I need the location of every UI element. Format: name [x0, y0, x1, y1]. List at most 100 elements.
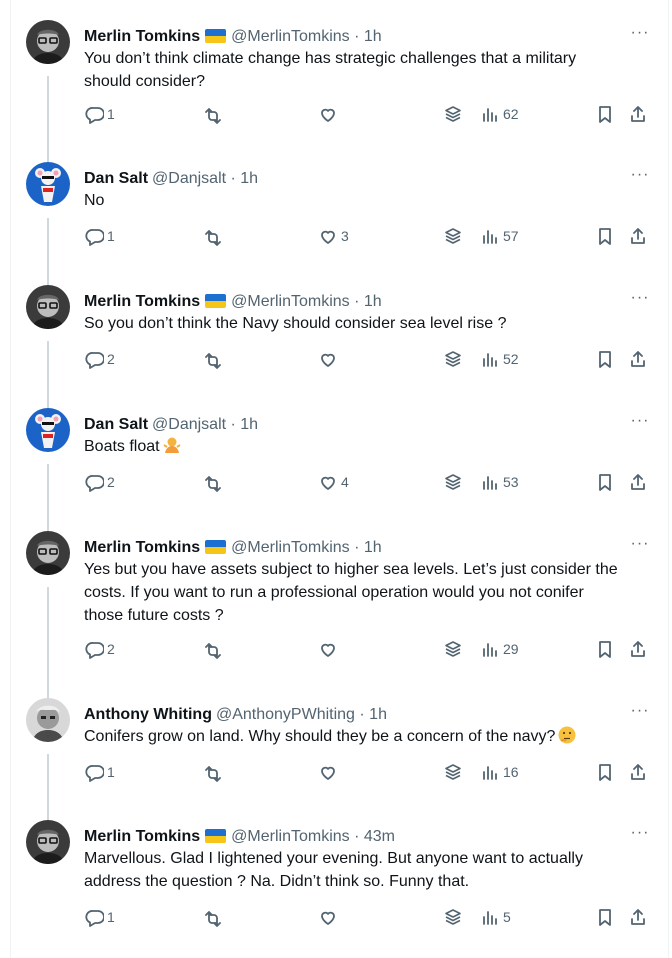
more-options-icon[interactable]: ··· — [630, 703, 650, 726]
tweet-text: Conifers grow on land. Why should they b… — [84, 725, 664, 748]
timestamp[interactable]: 1h — [364, 539, 382, 556]
reply-button[interactable]: 2 — [84, 637, 115, 661]
views-button[interactable]: 62 — [480, 102, 519, 126]
like-button[interactable] — [318, 637, 341, 661]
more-options-icon[interactable]: ··· — [630, 536, 650, 559]
views-count: 52 — [503, 351, 519, 367]
avatar[interactable] — [26, 285, 70, 329]
author-name[interactable]: Dan Salt — [84, 170, 148, 187]
repost-button[interactable] — [201, 470, 224, 494]
avatar[interactable] — [26, 698, 70, 742]
share-button[interactable] — [628, 637, 648, 661]
bookmark-button[interactable] — [595, 760, 615, 784]
like-button[interactable]: 3 — [318, 224, 349, 248]
author-name[interactable]: Dan Salt — [84, 416, 148, 433]
tweet-text: So you don’t think the Navy should consi… — [84, 312, 664, 335]
grok-button[interactable] — [443, 637, 463, 661]
repost-button[interactable] — [201, 347, 224, 371]
author-name[interactable]: Merlin Tomkins — [84, 539, 200, 556]
timestamp[interactable]: 1h — [364, 293, 382, 310]
avatar[interactable] — [26, 20, 70, 64]
bookmark-icon — [599, 228, 611, 245]
more-options-icon[interactable]: ··· — [630, 290, 650, 313]
author-name[interactable]: Merlin Tomkins — [84, 28, 200, 45]
avatar[interactable] — [26, 408, 70, 452]
avatar[interactable] — [26, 820, 70, 864]
bookmark-button[interactable] — [595, 470, 615, 494]
timestamp[interactable]: 1h — [240, 170, 258, 187]
grok-button[interactable] — [443, 760, 463, 784]
author-name[interactable]: Anthony Whiting — [84, 706, 212, 723]
views-button[interactable]: 53 — [480, 470, 519, 494]
author-handle[interactable]: @MerlinTomkins — [231, 539, 349, 556]
tweet-text-line: Conifers grow on land. Why should they b… — [84, 725, 664, 748]
repost-button[interactable] — [201, 102, 224, 126]
like-button[interactable] — [318, 760, 341, 784]
views-chart-icon — [483, 230, 497, 244]
views-button[interactable]: 52 — [480, 347, 519, 371]
repost-button[interactable] — [201, 760, 224, 784]
more-options-icon[interactable]: ··· — [630, 25, 650, 48]
share-button[interactable] — [628, 347, 648, 371]
views-button[interactable]: 29 — [480, 637, 519, 661]
like-button[interactable] — [318, 347, 341, 371]
views-button[interactable]: 5 — [480, 905, 511, 929]
bookmark-button[interactable] — [595, 224, 615, 248]
grok-button[interactable] — [443, 905, 463, 929]
more-options-icon[interactable]: ··· — [630, 413, 650, 436]
likes-count: 3 — [341, 228, 349, 244]
replies-count: 1 — [107, 228, 115, 244]
timestamp[interactable]: 43m — [364, 828, 395, 845]
tweet-header: Dan Salt @Danjsalt · 1h — [84, 168, 258, 190]
bookmark-button[interactable] — [595, 102, 615, 126]
author-name[interactable]: Merlin Tomkins — [84, 828, 200, 845]
author-handle[interactable]: @Danjsalt — [152, 170, 226, 187]
timestamp[interactable]: 1h — [364, 28, 382, 45]
reply-icon — [85, 910, 104, 927]
author-name[interactable]: Merlin Tomkins — [84, 293, 200, 310]
grok-button[interactable] — [443, 470, 463, 494]
grok-button[interactable] — [443, 224, 463, 248]
views-chart-icon — [483, 108, 497, 122]
like-button[interactable] — [318, 102, 341, 126]
reply-button[interactable]: 1 — [84, 102, 115, 126]
repost-icon — [205, 230, 221, 246]
replies-count: 1 — [107, 909, 115, 925]
share-icon — [631, 228, 645, 244]
author-handle[interactable]: @AnthonyPWhiting — [216, 706, 355, 723]
reply-button[interactable]: 1 — [84, 224, 115, 248]
tweet-header: Merlin Tomkins @MerlinTomkins · 43m — [84, 826, 395, 848]
share-button[interactable] — [628, 102, 648, 126]
author-handle[interactable]: @MerlinTomkins — [231, 828, 349, 845]
reply-button[interactable]: 2 — [84, 347, 115, 371]
share-button[interactable] — [628, 760, 648, 784]
avatar[interactable] — [26, 531, 70, 575]
author-handle[interactable]: @MerlinTomkins — [231, 28, 349, 45]
views-button[interactable]: 57 — [480, 224, 519, 248]
share-button[interactable] — [628, 224, 648, 248]
views-button[interactable]: 16 — [480, 760, 519, 784]
share-button[interactable] — [628, 905, 648, 929]
repost-button[interactable] — [201, 905, 224, 929]
avatar[interactable] — [26, 162, 70, 206]
author-handle[interactable]: @Danjsalt — [152, 416, 226, 433]
repost-button[interactable] — [201, 637, 224, 661]
share-button[interactable] — [628, 470, 648, 494]
timestamp[interactable]: 1h — [240, 416, 258, 433]
reply-button[interactable]: 2 — [84, 470, 115, 494]
reply-button[interactable]: 1 — [84, 760, 115, 784]
bookmark-button[interactable] — [595, 347, 615, 371]
bookmark-button[interactable] — [595, 905, 615, 929]
like-button[interactable] — [318, 905, 341, 929]
bookmark-button[interactable] — [595, 637, 615, 661]
more-options-icon[interactable]: ··· — [630, 167, 650, 190]
grok-button[interactable] — [443, 102, 463, 126]
grok-button[interactable] — [443, 347, 463, 371]
repost-button[interactable] — [201, 224, 224, 248]
like-button[interactable]: 4 — [318, 470, 349, 494]
more-options-icon[interactable]: ··· — [630, 825, 650, 848]
reply-button[interactable]: 1 — [84, 905, 115, 929]
author-handle[interactable]: @MerlinTomkins — [231, 293, 349, 310]
timestamp[interactable]: 1h — [369, 706, 387, 723]
separator-dot: · — [349, 28, 364, 45]
